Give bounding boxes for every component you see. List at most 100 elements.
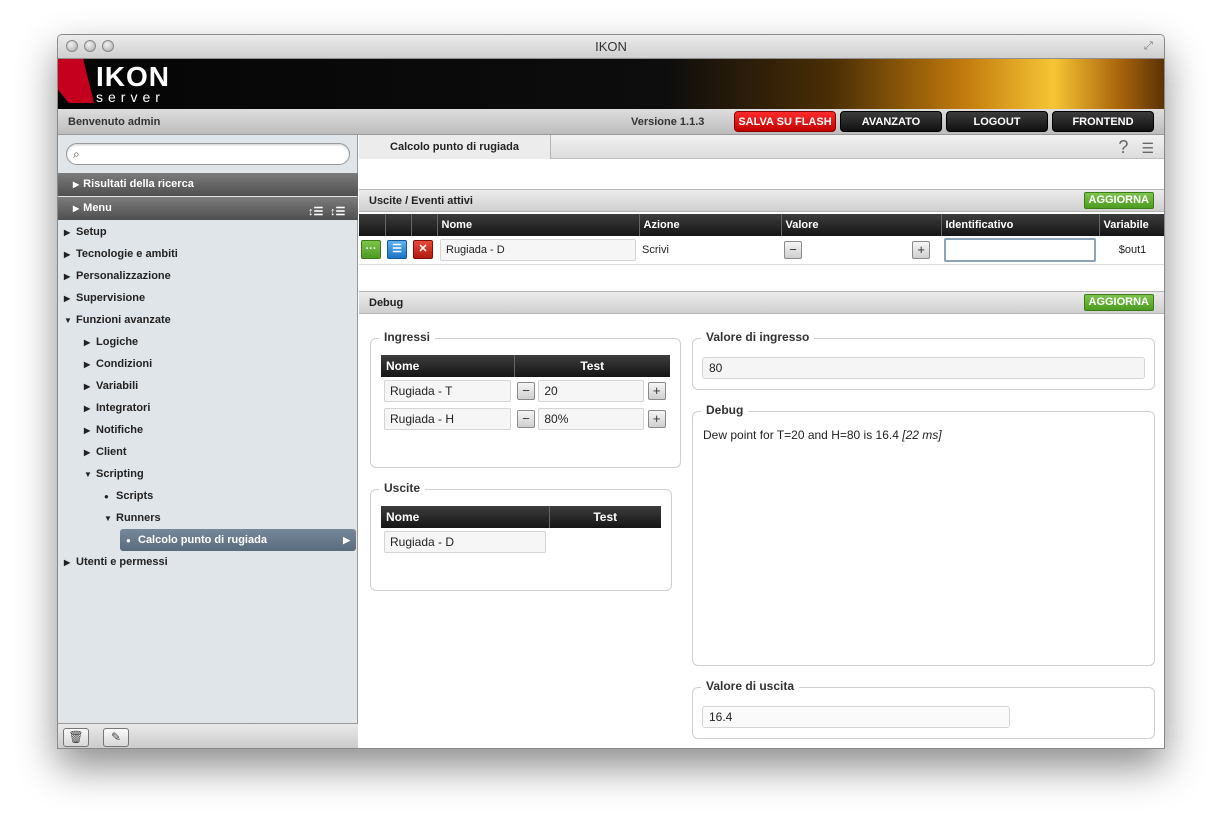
search-box[interactable]: ⌕ — [66, 143, 350, 165]
bullet-icon: ● — [104, 492, 109, 501]
triangle-down-icon: ▼ — [84, 470, 92, 479]
log-icon[interactable]: ☰ — [1141, 140, 1154, 156]
col-test: Test — [514, 355, 670, 377]
sidebar-item-funzioni-avanzate[interactable]: ▼ Funzioni avanzate — [64, 309, 171, 331]
edit-icon[interactable]: ✎ — [103, 728, 129, 747]
menu-label: Menu — [83, 202, 112, 214]
inputs-table: Nome Test Rugiada - T − 20 + Rugiada - H… — [381, 355, 670, 433]
main-content: Calcolo punto di rugiada ? ☰ Uscite / Ev… — [359, 135, 1164, 748]
test-value-input[interactable]: 80% — [538, 408, 645, 430]
input-name-cell: Rugiada - T — [384, 380, 511, 402]
debug-section-title: Debug — [369, 297, 404, 309]
sidebar-item-setup[interactable]: ▶ Setup — [64, 221, 107, 243]
outputs-refresh-button[interactable]: AGGIORNA — [1083, 192, 1154, 209]
fullscreen-icon[interactable]: ⤢ — [1144, 40, 1156, 52]
more-icon[interactable]: ··· — [361, 240, 381, 260]
sidebar-item-tecnologie[interactable]: ▶ Tecnologie e ambiti — [64, 243, 178, 265]
sidebar-item-logiche[interactable]: ▶ Logiche — [84, 331, 138, 353]
col-test: Test — [549, 506, 661, 528]
value-field[interactable] — [805, 240, 909, 260]
search-results-header[interactable]: ▶ Risultati della ricerca — [58, 173, 358, 196]
inputs-fieldset: Ingressi Nome Test Rugiada - T − 20 + Ru… — [370, 330, 681, 468]
search-input[interactable] — [89, 146, 339, 162]
output-value-field[interactable]: 16.4 — [702, 706, 1010, 728]
sidebar-item-personalizzazione[interactable]: ▶ Personalizzazione — [64, 265, 171, 287]
logo-mark-icon — [58, 59, 94, 103]
debug-timing: [22 ms] — [902, 428, 942, 442]
sidebar-item-utenti-permessi[interactable]: ▶ Utenti e permessi — [64, 551, 168, 573]
identificativo-input[interactable] — [944, 237, 1096, 262]
save-flash-button[interactable]: SALVA SU FLASH — [734, 111, 836, 132]
top-toolbar: Benvenuto admin Versione 1.1.3 SALVA SU … — [58, 109, 1164, 135]
outputs-fieldset: Uscite Nome Test Rugiada - D — [370, 481, 672, 591]
table-row: Rugiada - T − 20 + — [381, 377, 670, 405]
value-decrement-button[interactable]: − — [784, 240, 802, 259]
outputs-section-title: Uscite / Eventi attivi — [369, 195, 473, 207]
triangle-right-icon: ▶ — [84, 404, 91, 413]
window-title: IKON — [595, 39, 627, 54]
tab-bar: Calcolo punto di rugiada ? ☰ — [359, 135, 1164, 159]
version-label: Versione 1.1.3 — [631, 116, 705, 128]
list-icon[interactable]: ☰ — [387, 240, 407, 260]
logo-subtext: server — [96, 89, 165, 105]
sidebar-item-variabili[interactable]: ▶ Variabili — [84, 375, 138, 397]
search-results-label: Risultati della ricerca — [83, 178, 194, 190]
debug-output: Dew point for T=20 and H=80 is 16.4 [22 … — [703, 428, 942, 442]
delete-icon[interactable]: ✕ — [413, 240, 433, 260]
trash-icon[interactable]: 🗑 — [63, 728, 89, 747]
title-bar: IKON ⤢ — [58, 35, 1164, 59]
debug-fieldset: Debug Dew point for T=20 and H=80 is 16.… — [692, 403, 1155, 666]
col-variabile: Variabile — [1099, 214, 1164, 236]
sidebar-item-condizioni[interactable]: ▶ Condizioni — [84, 353, 152, 375]
output-action-cell: Scrivi — [639, 236, 781, 265]
debug-message: Dew point for T=20 and H=80 is 16.4 — [703, 428, 899, 442]
header-banner: IKON server — [58, 59, 1164, 109]
sidebar-item-integratori[interactable]: ▶ Integratori — [84, 397, 150, 419]
debug-outputs-table: Nome Test Rugiada - D — [381, 506, 661, 556]
table-row: ··· ☰ ✕ Rugiada - D Scrivi − + $out1 — [359, 236, 1164, 265]
triangle-down-icon: ▼ — [104, 514, 112, 523]
inputs-legend: Ingressi — [379, 330, 436, 344]
sidebar-item-calcolo-punto-rugiada[interactable]: ● Calcolo punto di rugiada ▶ — [120, 529, 356, 551]
triangle-right-icon: ▶ — [64, 272, 71, 281]
sidebar-item-notifiche[interactable]: ▶ Notifiche — [84, 419, 143, 441]
sidebar: ⌕ ▶ Risultati della ricerca ▶ Menu ↕☰ ↕☰ ▶… — [58, 135, 358, 748]
frontend-button[interactable]: FRONTEND — [1052, 111, 1154, 132]
output-test-cell — [549, 528, 661, 556]
sidebar-item-supervisione[interactable]: ▶ Supervisione — [64, 287, 145, 309]
debug-refresh-button[interactable]: AGGIORNA — [1083, 294, 1154, 311]
welcome-text: Benvenuto admin — [68, 116, 161, 128]
expand-all-icon[interactable]: ↕☰ — [308, 201, 323, 224]
test-increment-button[interactable]: + — [647, 410, 666, 428]
debug-section-header: Debug AGGIORNA — [359, 291, 1164, 314]
sidebar-item-runners[interactable]: ▼ Runners — [104, 507, 161, 529]
test-decrement-button[interactable]: − — [517, 382, 535, 400]
advanced-button[interactable]: AVANZATO — [840, 111, 942, 132]
sidebar-item-client[interactable]: ▶ Client — [84, 441, 127, 463]
test-value-input[interactable]: 20 — [538, 380, 645, 402]
sidebar-footer: 🗑 ✎ — [58, 723, 358, 748]
triangle-right-icon: ▶ — [73, 204, 80, 213]
output-value-legend: Valore di uscita — [701, 679, 800, 693]
triangle-right-icon: ▶ — [84, 338, 91, 347]
col-nome: Nome — [381, 506, 550, 528]
value-increment-button[interactable]: + — [912, 240, 931, 259]
test-increment-button[interactable]: + — [647, 382, 666, 400]
sidebar-item-scripts[interactable]: ● Scripts — [104, 485, 153, 507]
col-nome: Nome — [381, 355, 515, 377]
output-name-cell[interactable]: Rugiada - D — [440, 238, 636, 261]
test-decrement-button[interactable]: − — [517, 410, 535, 428]
tab-calcolo-punto-rugiada[interactable]: Calcolo punto di rugiada — [359, 135, 551, 159]
col-nome: Nome — [437, 214, 640, 236]
triangle-right-icon: ▶ — [84, 382, 91, 391]
sidebar-item-scripting[interactable]: ▼ Scripting — [84, 463, 144, 485]
search-icon: ⌕ — [73, 147, 80, 161]
menu-header[interactable]: ▶ Menu ↕☰ ↕☰ — [58, 197, 358, 220]
logout-button[interactable]: LOGOUT — [946, 111, 1048, 132]
input-value-field[interactable]: 80 — [702, 357, 1145, 379]
collapse-all-icon[interactable]: ↕☰ — [330, 201, 345, 224]
triangle-right-icon: ▶ — [64, 250, 71, 259]
outputs-section-header: Uscite / Eventi attivi AGGIORNA — [359, 189, 1164, 212]
help-icon[interactable]: ? — [1118, 137, 1128, 157]
bullet-icon: ● — [126, 536, 131, 545]
